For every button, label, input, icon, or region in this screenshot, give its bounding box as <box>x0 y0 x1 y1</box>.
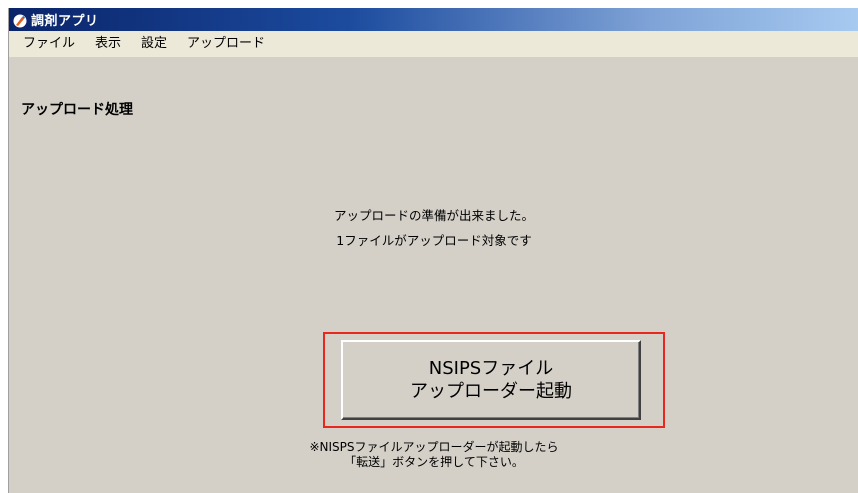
app-window: 調剤アプリ ファイル 表示 設定 アップロード アップロード処理 アップロードの… <box>8 8 858 493</box>
page-title: アップロード処理 <box>21 102 133 118</box>
launch-uploader-button[interactable]: NSIPSファイル アップローダー起動 <box>341 340 641 420</box>
status-message-count: 1ファイルがアップロード対象です <box>336 233 532 248</box>
menu-bar: ファイル 表示 設定 アップロード <box>9 31 858 57</box>
instruction-note-line2: 「転送」ボタンを押して下さい。 <box>344 455 524 469</box>
launch-button-label-line2: アップローダー起動 <box>410 381 572 402</box>
instruction-note-line1: ※NISPSファイルアップローダーが起動したら <box>309 440 559 454</box>
launch-button-label-line1: NSIPSファイル <box>428 358 554 379</box>
menu-view[interactable]: 表示 <box>85 33 131 55</box>
menu-settings[interactable]: 設定 <box>131 33 177 55</box>
menu-upload[interactable]: アップロード <box>177 33 275 55</box>
status-message-ready: アップロードの準備が出来ました。 <box>333 208 534 223</box>
window-title: 調剤アプリ <box>31 14 99 29</box>
title-bar[interactable]: 調剤アプリ <box>9 8 858 31</box>
menu-file[interactable]: ファイル <box>23 33 85 55</box>
app-icon <box>13 13 27 27</box>
